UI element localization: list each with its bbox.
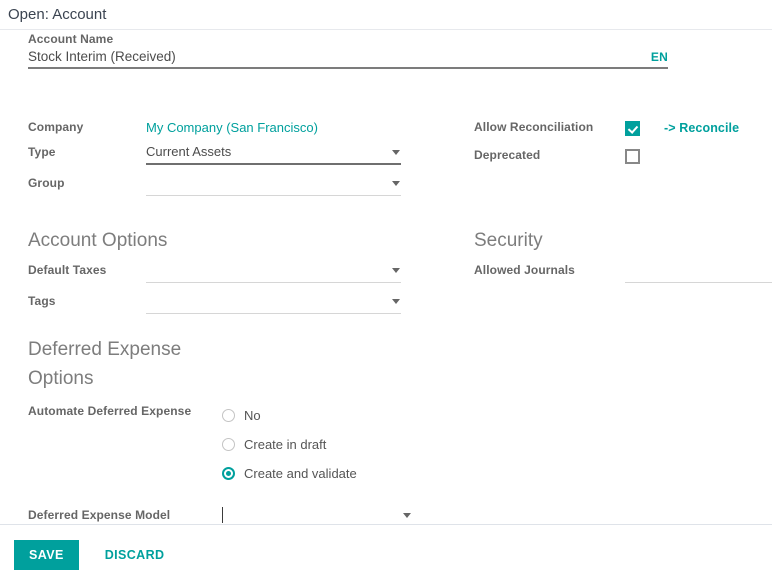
chevron-down-icon — [392, 299, 400, 304]
type-select-value: Current Assets — [146, 143, 385, 161]
type-select[interactable]: Current Assets — [146, 143, 401, 165]
tags-row: Tags — [0, 292, 448, 314]
automate-deferred-expense-row: Automate Deferred Expense No Create in d… — [0, 402, 470, 486]
account-name-input-row[interactable]: Stock Interim (Received) EN — [28, 49, 668, 69]
group-label: Group — [0, 174, 146, 191]
default-taxes-select[interactable] — [146, 261, 401, 283]
company-link[interactable]: My Company (San Francisco) — [146, 118, 318, 136]
default-taxes-control — [146, 261, 448, 283]
security-section: Security Allowed Journals — [448, 226, 772, 290]
dialog-header: Open: Account — [0, 0, 772, 30]
deferred-expense-model-label: Deferred Expense Model — [0, 506, 222, 523]
allowed-journals-label: Allowed Journals — [448, 261, 625, 278]
radio-icon[interactable] — [222, 438, 235, 451]
radio-label-create-and-validate: Create and validate — [244, 466, 357, 481]
default-taxes-row: Default Taxes — [0, 261, 448, 283]
text-cursor — [222, 507, 223, 523]
radio-option-no[interactable]: No — [222, 403, 470, 428]
account-name-field: Account Name Stock Interim (Received) EN — [28, 30, 668, 69]
account-name-input[interactable]: Stock Interim (Received) — [28, 49, 645, 64]
default-taxes-label: Default Taxes — [0, 261, 146, 278]
account-options-section: Account Options Default Taxes Tags — [0, 226, 448, 321]
reconcile-link[interactable]: -> Reconcile — [664, 121, 739, 135]
type-control: Current Assets — [146, 143, 448, 165]
deprecated-label: Deprecated — [448, 146, 625, 163]
automate-deferred-expense-label: Automate Deferred Expense — [0, 402, 222, 419]
radio-icon[interactable] — [222, 409, 235, 422]
allow-reconciliation-row: Allow Reconciliation -> Reconcile — [448, 118, 772, 138]
discard-button[interactable]: DISCARD — [93, 540, 177, 570]
type-label: Type — [0, 143, 146, 160]
dialog-body: Account Name Stock Interim (Received) EN… — [0, 30, 772, 523]
allow-reconciliation-label: Allow Reconciliation — [448, 118, 625, 135]
allow-reconciliation-checkbox[interactable] — [625, 121, 640, 136]
company-control: My Company (San Francisco) — [146, 118, 448, 136]
tags-label: Tags — [0, 292, 146, 309]
deprecated-row: Deprecated — [448, 146, 772, 166]
language-badge[interactable]: EN — [645, 50, 668, 64]
tags-underline — [146, 313, 401, 314]
account-name-label: Account Name — [28, 30, 668, 46]
allowed-journals-row: Allowed Journals — [448, 261, 772, 283]
chevron-down-icon — [392, 150, 400, 155]
group-underline — [146, 195, 401, 196]
allowed-journals-underline — [625, 282, 772, 283]
radio-label-create-in-draft: Create in draft — [244, 437, 326, 452]
allowed-journals-control — [625, 261, 772, 283]
deprecated-checkbox[interactable] — [625, 149, 640, 164]
dialog-title: Open: Account — [8, 4, 772, 26]
left-column: Company My Company (San Francisco) Type … — [0, 118, 448, 203]
save-button[interactable]: SAVE — [14, 540, 79, 570]
company-row: Company My Company (San Francisco) — [0, 118, 448, 136]
chevron-down-icon — [403, 513, 411, 518]
default-taxes-underline — [146, 282, 401, 283]
deferred-expense-heading: Deferred Expense Options — [0, 335, 228, 393]
account-options-heading: Account Options — [0, 226, 448, 255]
automate-radio-group: No Create in draft Create and validate — [222, 402, 470, 486]
type-row: Type Current Assets — [0, 143, 448, 165]
tags-select[interactable] — [146, 292, 401, 314]
automate-deferred-expense-control: No Create in draft Create and validate — [222, 402, 470, 486]
group-control — [146, 174, 448, 196]
group-row: Group — [0, 174, 448, 196]
chevron-down-icon — [392, 268, 400, 273]
radio-option-create-and-validate[interactable]: Create and validate — [222, 461, 470, 486]
dialog-footer: SAVE DISCARD — [0, 524, 772, 584]
right-column-top: Allow Reconciliation -> Reconcile Deprec… — [448, 118, 772, 173]
radio-icon-selected[interactable] — [222, 467, 235, 480]
type-underline — [146, 163, 401, 165]
radio-option-create-in-draft[interactable]: Create in draft — [222, 432, 470, 457]
allowed-journals-input[interactable] — [625, 261, 772, 283]
deferred-expense-section: Deferred Expense Options Automate Deferr… — [0, 335, 470, 535]
group-select[interactable] — [146, 174, 401, 196]
tags-control — [146, 292, 448, 314]
company-label: Company — [0, 118, 146, 135]
deprecated-control — [625, 146, 772, 166]
chevron-down-icon — [392, 181, 400, 186]
allow-reconciliation-control: -> Reconcile — [625, 118, 772, 138]
security-heading: Security — [448, 226, 772, 255]
radio-label-no: No — [244, 408, 261, 423]
